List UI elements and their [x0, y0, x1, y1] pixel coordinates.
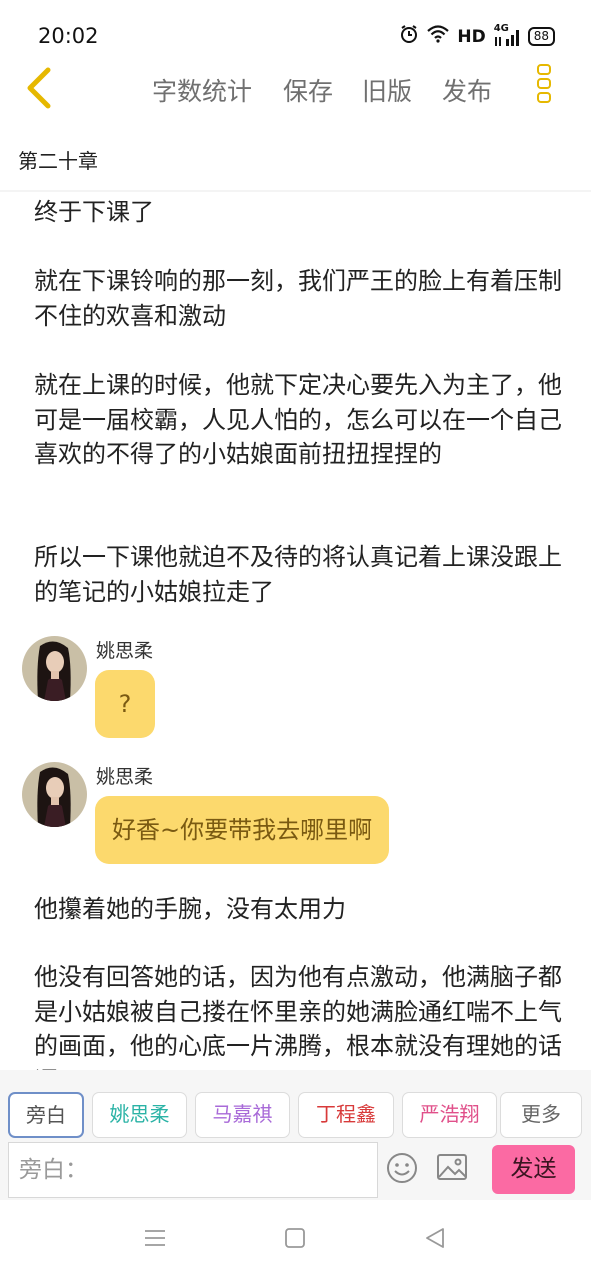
- role-chip-label: 姚思柔: [109, 1102, 170, 1126]
- role-chip-ding-chengxin[interactable]: 丁程鑫: [298, 1092, 394, 1138]
- role-chip-label: 严浩翔: [419, 1102, 480, 1126]
- save-button[interactable]: 保存: [283, 72, 333, 108]
- role-chip-label: 丁程鑫: [316, 1102, 376, 1126]
- message-bubble[interactable]: 好香~你要带我去哪里啊: [95, 796, 390, 864]
- back-nav-button[interactable]: [424, 1227, 446, 1253]
- image-button[interactable]: [436, 1152, 468, 1186]
- message-sender-name: 姚思柔: [96, 640, 154, 662]
- role-input-panel: 旁白 姚思柔 马嘉祺 丁程鑫 严浩翔 更多 发送: [0, 1070, 591, 1200]
- home-nav-button[interactable]: [284, 1227, 306, 1253]
- emoji-button[interactable]: [386, 1152, 418, 1188]
- system-nav-bar: [0, 1200, 591, 1280]
- more-dot-icon: [537, 92, 551, 103]
- network-type: HD: [457, 26, 486, 47]
- narration-paragraph: 终于下课了: [34, 198, 154, 226]
- triangle-back-icon: [426, 1228, 444, 1248]
- role-chip-narration[interactable]: 旁白: [8, 1092, 84, 1138]
- role-chip-label: 更多: [521, 1102, 561, 1126]
- image-icon: [437, 1154, 467, 1180]
- status-icons: HD 4G 88: [399, 23, 555, 49]
- role-chip-more[interactable]: 更多: [500, 1092, 582, 1138]
- battery-indicator: 88: [527, 27, 555, 46]
- more-menu-button[interactable]: [533, 64, 555, 112]
- narration-paragraph: 所以一下课他就迫不及待的将认真记着上课没跟上的笔记的小姑娘拉走了: [34, 543, 562, 606]
- message-sender-name: 姚思柔: [96, 766, 154, 788]
- chapter-title[interactable]: 第二十章: [18, 145, 98, 174]
- story-content[interactable]: 终于下课了 就在下课铃响的那一刻，我们严王的脸上有着压制不住的欢喜和激动 就在上…: [0, 192, 591, 1070]
- square-icon: [285, 1228, 305, 1248]
- role-chip-yao-sirou[interactable]: 姚思柔: [92, 1092, 187, 1138]
- signal-icon: 4G: [494, 23, 520, 47]
- role-chip-yan-haoxiang[interactable]: 严浩翔: [402, 1092, 497, 1138]
- role-chip-label: 旁白: [26, 1103, 66, 1127]
- send-button[interactable]: 发送: [492, 1145, 575, 1194]
- smiley-icon: [387, 1153, 417, 1183]
- role-chip-ma-jiaqi[interactable]: 马嘉祺: [195, 1092, 290, 1138]
- avatar[interactable]: [22, 762, 87, 827]
- more-dot-icon: [537, 64, 551, 75]
- menu-nav-button[interactable]: [144, 1227, 166, 1253]
- publish-button[interactable]: 发布: [442, 72, 492, 108]
- alarm-icon: [399, 24, 419, 49]
- narration-paragraph: 他没有回答她的话，因为他有点激动，他满脑子都是小姑娘被自己搂在怀里亲的她满脸通红…: [34, 963, 562, 1070]
- status-time: 20:02: [38, 24, 99, 48]
- role-chip-label: 马嘉祺: [212, 1102, 273, 1126]
- narration-paragraph: 他攥着她的手腕，没有太用力: [34, 895, 346, 923]
- more-dot-icon: [537, 78, 551, 89]
- narration-paragraph: 就在上课的时候，他就下定决心要先入为主了，他可是一届校霸，人见人怕的，怎么可以在…: [34, 371, 562, 468]
- message-bubble[interactable]: ?: [95, 670, 155, 738]
- wifi-icon: [427, 25, 450, 48]
- back-button[interactable]: [20, 64, 60, 112]
- old-version-button[interactable]: 旧版: [362, 72, 412, 108]
- message-input[interactable]: [8, 1142, 378, 1198]
- editor-toolbar: 字数统计 保存 旧版 发布: [0, 58, 591, 122]
- word-count-button[interactable]: 字数统计: [152, 72, 252, 108]
- chevron-left-icon: [27, 67, 51, 109]
- menu-icon: [145, 1230, 165, 1246]
- avatar[interactable]: [22, 636, 87, 701]
- narration-paragraph: 就在下课铃响的那一刻，我们严王的脸上有着压制不住的欢喜和激动: [34, 267, 562, 330]
